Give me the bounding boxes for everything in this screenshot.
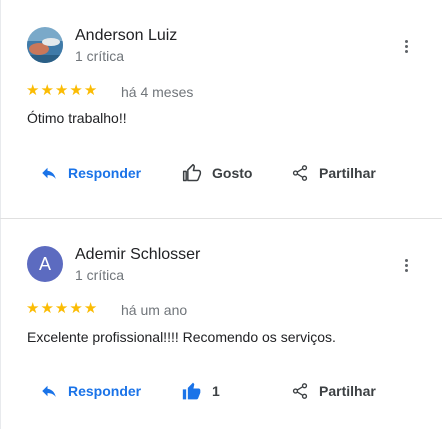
review-date: há 4 meses	[121, 84, 194, 100]
star-icon: ★	[26, 300, 40, 317]
star-icon: ★	[54, 300, 69, 317]
review-card: Anderson Luiz 1 crítica ★ ★ ★ ★ ★ há 4 m…	[0, 0, 442, 218]
review-actions: Responder Gosto Partilhar	[0, 160, 442, 186]
reply-arrow-icon	[40, 164, 58, 182]
like-button[interactable]: Gosto	[182, 160, 252, 186]
more-vert-icon	[404, 258, 408, 262]
star-icon: ★	[40, 82, 54, 99]
thumb-up-icon	[182, 163, 202, 183]
star-icon: ★	[69, 300, 83, 317]
reply-button[interactable]: Responder	[40, 378, 141, 404]
reply-button[interactable]: Responder	[40, 160, 141, 186]
more-vert-icon	[404, 39, 408, 43]
like-button[interactable]: 1	[182, 378, 220, 404]
avatar[interactable]	[27, 27, 63, 63]
share-label: Partilhar	[319, 383, 376, 399]
avatar[interactable]: A	[27, 246, 63, 282]
like-label: Gosto	[212, 165, 253, 181]
review-actions: Responder 1 Partilhar	[0, 378, 442, 404]
review-date: há um ano	[121, 302, 188, 318]
share-button[interactable]: Partilhar	[291, 160, 376, 186]
star-icon: ★	[54, 82, 69, 99]
reviewer-review-count[interactable]: 1 crítica	[75, 48, 124, 64]
star-icon: ★	[83, 82, 98, 99]
review-card: A Ademir Schlosser 1 crítica ★ ★ ★ ★ ★ h…	[0, 219, 442, 429]
reviewer-name[interactable]: Ademir Schlosser	[75, 246, 200, 264]
reviewer-review-count[interactable]: 1 crítica	[75, 267, 124, 283]
reviewer-name[interactable]: Anderson Luiz	[75, 27, 177, 45]
review-text: Ótimo trabalho!!	[27, 110, 127, 126]
reply-arrow-icon	[40, 382, 58, 400]
share-icon	[291, 164, 309, 182]
star-icon: ★	[40, 300, 54, 317]
thumb-up-icon	[182, 381, 202, 401]
star-icon: ★	[69, 82, 83, 99]
share-icon	[291, 382, 309, 400]
star-icon: ★	[26, 82, 40, 99]
like-count: 1	[212, 383, 220, 399]
share-label: Partilhar	[319, 165, 376, 181]
review-text: Excelente profissional!!!! Recomendo os …	[27, 329, 336, 345]
more-options-button[interactable]	[398, 255, 414, 275]
star-rating: ★ ★ ★ ★ ★	[26, 300, 97, 318]
share-button[interactable]: Partilhar	[291, 378, 376, 404]
reply-label: Responder	[68, 383, 142, 399]
reply-label: Responder	[68, 165, 142, 181]
star-icon: ★	[83, 300, 98, 317]
star-rating: ★ ★ ★ ★ ★	[26, 82, 97, 100]
more-options-button[interactable]	[398, 36, 414, 56]
